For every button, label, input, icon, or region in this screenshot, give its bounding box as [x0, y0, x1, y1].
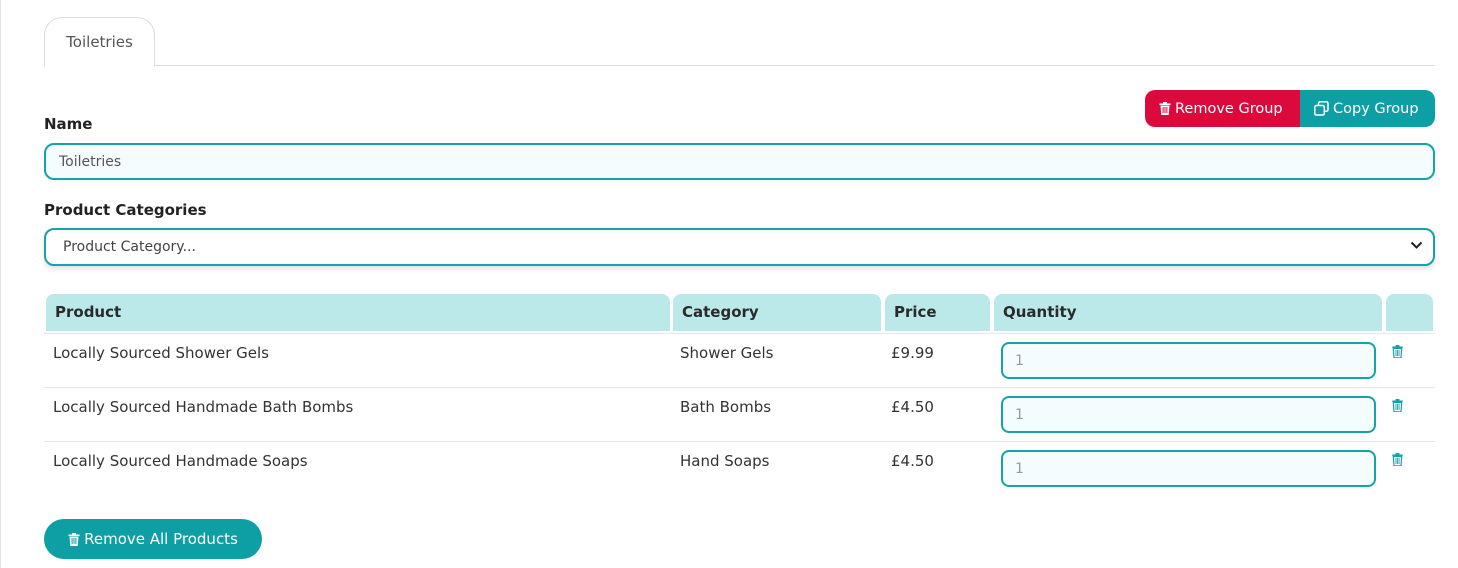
- chevron-down-icon: [1410, 241, 1423, 249]
- product-category-select[interactable]: Product Category...: [44, 228, 1435, 266]
- remove-all-products-button[interactable]: Remove All Products: [44, 519, 262, 559]
- table-header: Product Category Price Quantity: [44, 293, 1435, 331]
- trash-icon[interactable]: [1392, 399, 1403, 412]
- trash-icon[interactable]: [1392, 453, 1403, 466]
- product-name: Locally Sourced Shower Gels: [53, 344, 269, 362]
- trash-icon[interactable]: [1392, 345, 1403, 358]
- header-category: Category: [673, 294, 881, 331]
- quantity-input[interactable]: [1001, 450, 1376, 487]
- product-name: Locally Sourced Handmade Bath Bombs: [53, 398, 354, 416]
- group-actions: Remove Group Copy Group: [1145, 90, 1435, 127]
- header-quantity: Quantity: [994, 294, 1382, 331]
- remove-all-products-label: Remove All Products: [84, 530, 238, 548]
- product-price: £4.50: [891, 452, 934, 470]
- quantity-input[interactable]: [1001, 342, 1376, 379]
- name-input[interactable]: [44, 143, 1435, 180]
- products-table: Product Category Price Quantity Locally …: [44, 293, 1435, 495]
- product-name: Locally Sourced Handmade Soaps: [53, 452, 308, 470]
- trash-icon: [1159, 102, 1171, 115]
- table-row: Locally Sourced Shower Gels Shower Gels …: [44, 333, 1435, 387]
- remove-group-button[interactable]: Remove Group: [1145, 90, 1300, 127]
- product-price: £4.50: [891, 398, 934, 416]
- header-product: Product: [46, 294, 670, 331]
- tab-bar: Toiletries: [44, 17, 1435, 67]
- product-category: Shower Gels: [680, 344, 774, 362]
- product-category: Hand Soaps: [680, 452, 770, 470]
- trash-icon: [68, 532, 80, 546]
- product-category: Bath Bombs: [680, 398, 772, 416]
- header-price: Price: [885, 294, 990, 331]
- tab-toiletries[interactable]: Toiletries: [44, 17, 155, 67]
- copy-group-label: Copy Group: [1333, 100, 1419, 117]
- product-categories-label: Product Categories: [44, 201, 207, 219]
- quantity-input[interactable]: [1001, 396, 1376, 433]
- copy-icon: [1314, 101, 1329, 116]
- table-row: Locally Sourced Handmade Soaps Hand Soap…: [44, 441, 1435, 495]
- copy-group-button[interactable]: Copy Group: [1300, 90, 1435, 127]
- table-row: Locally Sourced Handmade Bath Bombs Bath…: [44, 387, 1435, 441]
- name-label: Name: [44, 115, 93, 133]
- header-actions: [1386, 294, 1433, 331]
- product-price: £9.99: [891, 344, 934, 362]
- page-left-border: [0, 0, 1, 568]
- remove-group-label: Remove Group: [1175, 100, 1283, 117]
- product-category-placeholder: Product Category...: [63, 239, 196, 255]
